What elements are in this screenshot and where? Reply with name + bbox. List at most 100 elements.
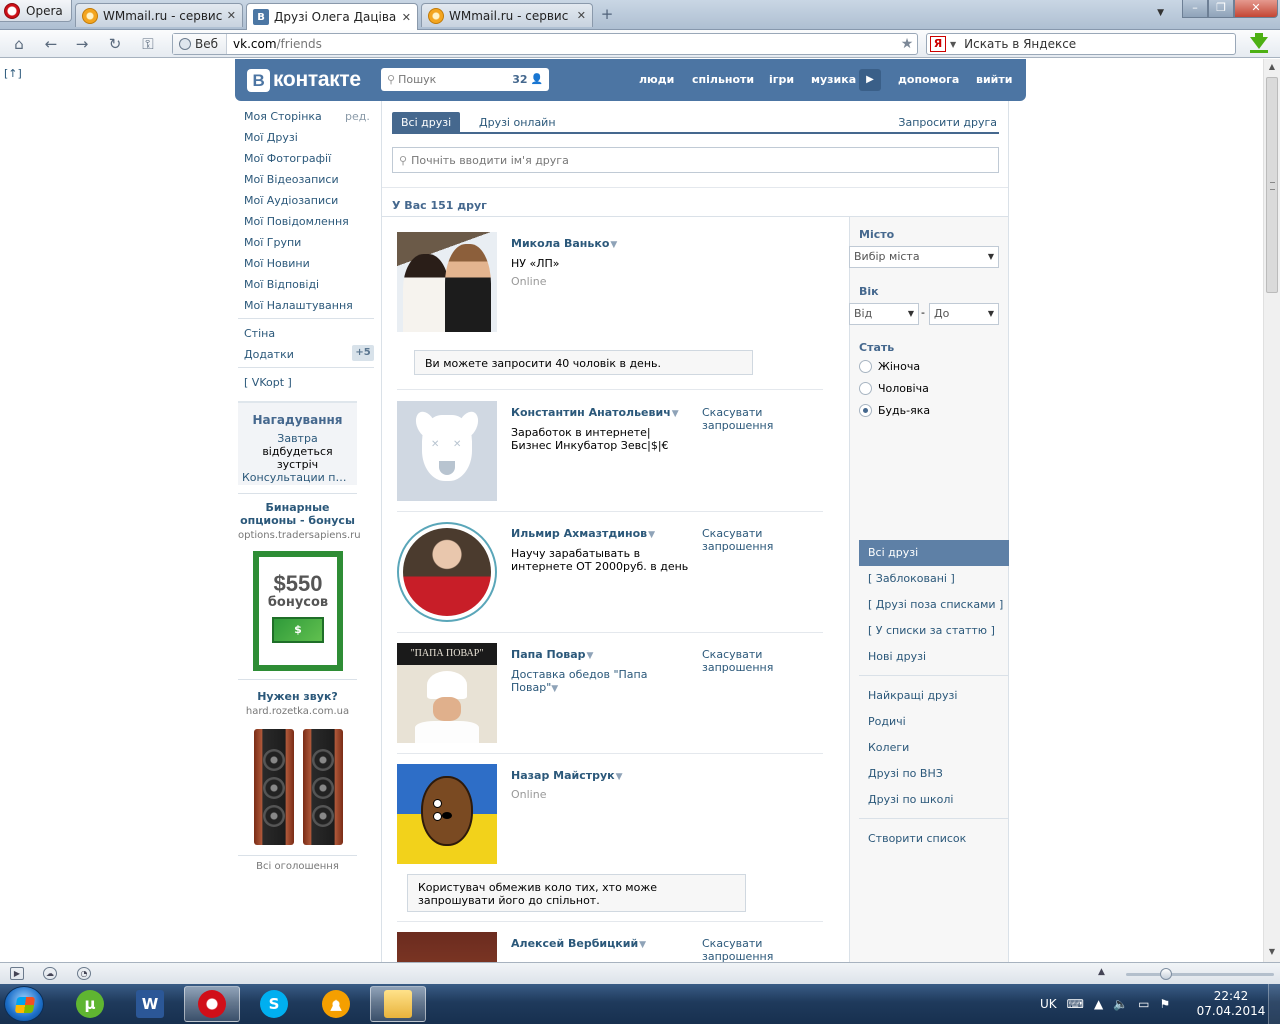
chevron-down-icon[interactable]: ▼ — [639, 940, 646, 950]
new-tab-plus-icon[interactable]: + — [598, 6, 616, 24]
friend-name[interactable]: Папа Повар▼ — [511, 648, 593, 661]
language-indicator[interactable]: UK — [1040, 997, 1057, 1011]
ad-speakers-image[interactable] — [251, 727, 345, 847]
gender-option-any[interactable]: Будь-яка — [859, 404, 930, 417]
left-nav-settings[interactable]: Мої Налаштування — [244, 299, 374, 312]
nav-help[interactable]: допомога — [898, 73, 959, 86]
taskbar-clock[interactable]: 22:42 07.04.2014 — [1196, 989, 1266, 1019]
home-icon[interactable]: ⌂ — [10, 35, 28, 53]
friend-avatar[interactable] — [397, 232, 497, 332]
friend-name[interactable]: Назар Майструк▼ — [511, 769, 623, 782]
chevron-down-icon[interactable]: ▼ — [616, 772, 623, 782]
volume-icon[interactable]: 🔈 — [1113, 997, 1128, 1011]
friend-name[interactable]: Константин Анатольевич▼ — [511, 406, 679, 419]
site-info-chip[interactable]: Веб — [173, 34, 228, 54]
reload-icon[interactable]: ↻ — [106, 35, 124, 53]
tray-expand-icon[interactable]: ▲ — [1094, 997, 1103, 1011]
gender-option-male[interactable]: Чоловіча — [859, 382, 929, 395]
friend-info-link[interactable]: Доставка обедов "Папа Повар"▼ — [511, 668, 691, 696]
browser-tab-2-active[interactable]: B Друзі Олега Даціва | 1... ✕ — [246, 3, 418, 30]
forward-arrow-icon[interactable]: → — [73, 35, 91, 53]
address-bar[interactable]: Веб vk.com/friends ★ — [172, 33, 918, 55]
nav-logout[interactable]: вийти — [976, 73, 1012, 86]
ad-title[interactable]: Нужен звук? — [238, 690, 357, 703]
taskbar-opera-active[interactable] — [184, 986, 240, 1022]
download-arrow-icon[interactable] — [1250, 33, 1268, 53]
radio-button[interactable] — [859, 360, 872, 373]
radio-button[interactable] — [859, 382, 872, 395]
nav-music[interactable]: музика — [811, 73, 856, 86]
close-icon[interactable]: ✕ — [227, 9, 236, 22]
start-button[interactable] — [4, 986, 44, 1022]
list-school-friends[interactable]: Друзі по школі — [868, 793, 953, 806]
friend-name[interactable]: Микола Ванько▼ — [511, 237, 617, 250]
action-center-flag-icon[interactable]: ⚑ — [1160, 997, 1171, 1011]
taskbar-utorrent[interactable]: µ — [62, 986, 118, 1022]
friend-name[interactable]: Алексей Вербицкий▼ — [511, 937, 646, 950]
page-scrollbar[interactable]: ▲ ▼ — [1263, 59, 1280, 962]
browser-tab-3[interactable]: WMmail.ru - сервис п... ✕ — [421, 3, 593, 27]
list-best-friends[interactable]: Найкращі друзі — [868, 689, 957, 702]
taskbar-explorer[interactable] — [370, 986, 426, 1022]
network-icon[interactable]: ▭ — [1138, 997, 1149, 1011]
taskbar-skype[interactable]: S — [246, 986, 302, 1022]
scroll-top-link[interactable]: [↑] — [4, 67, 22, 80]
taskbar-word[interactable]: W — [122, 986, 178, 1022]
view-up-arrow-icon[interactable]: ▲ — [1098, 967, 1105, 977]
all-ads-link[interactable]: Всі оголошення — [238, 861, 357, 872]
left-nav-wall[interactable]: Стіна — [244, 327, 374, 340]
list-all-friends[interactable]: Всі друзі — [859, 540, 1009, 566]
list-by-gender[interactable]: [ У списки за статтю ] — [868, 624, 995, 637]
zoom-slider-knob[interactable] — [1160, 968, 1172, 980]
ad-binary-options[interactable]: Бинарные опционы - бонусы options.trader… — [238, 501, 361, 541]
chevron-down-icon[interactable]: ▼ — [610, 240, 617, 250]
window-close-icon[interactable]: ✕ — [1234, 0, 1278, 18]
bookmark-star-icon[interactable]: ★ — [897, 36, 917, 52]
nav-games[interactable]: ігри — [769, 73, 794, 86]
friend-search-input[interactable]: ⚲ Почніть вводити ім'я друга — [392, 147, 999, 173]
list-new-friends[interactable]: Нові друзі — [868, 650, 926, 663]
cloud-icon[interactable]: ☁ — [43, 967, 57, 980]
list-colleagues[interactable]: Колеги — [868, 741, 909, 754]
chevron-down-icon[interactable]: ▼ — [587, 651, 594, 661]
speed-dial-icon[interactable]: ◔ — [77, 967, 91, 980]
scroll-down-icon[interactable]: ▼ — [1266, 947, 1278, 959]
friend-avatar[interactable] — [397, 932, 497, 962]
maximize-icon[interactable]: ❐ — [1208, 0, 1234, 18]
friend-avatar[interactable]: "ПАПА ПОВАР" — [397, 643, 497, 743]
back-arrow-icon[interactable]: ← — [42, 35, 60, 53]
gender-option-female[interactable]: Жіноча — [859, 360, 920, 373]
browser-search-input[interactable]: Я ▼ Искать в Яндексе — [926, 33, 1236, 55]
left-nav-videos[interactable]: Мої Відеозаписи — [244, 173, 374, 186]
left-nav-friends[interactable]: Мої Друзі — [244, 131, 374, 144]
nav-people[interactable]: люди — [639, 73, 674, 86]
left-nav-photos[interactable]: Мої Фотографії — [244, 152, 374, 165]
city-select-box[interactable]: Вибір міста ▼ — [849, 246, 999, 268]
left-nav-groups[interactable]: Мої Групи — [244, 236, 374, 249]
nav-communities[interactable]: спільноти — [692, 73, 754, 86]
left-nav-vkopt[interactable]: [ VKopt ] — [244, 376, 374, 389]
scroll-up-icon[interactable]: ▲ — [1266, 62, 1278, 74]
tab-menu-chevron-down-icon[interactable]: ▼ — [1157, 8, 1164, 18]
reminder-when-link[interactable]: Завтра — [277, 432, 317, 445]
list-university-friends[interactable]: Друзі по ВНЗ — [868, 767, 943, 780]
ad-bonus-image[interactable]: $550 бонусов $ — [253, 551, 343, 671]
search-engine-chevron-down-icon[interactable]: ▼ — [950, 40, 956, 49]
url-text[interactable]: vk.com/friends — [227, 37, 897, 51]
cancel-invitation-link[interactable]: Скасувати запрошення — [702, 937, 782, 962]
left-nav-audio[interactable]: Мої Аудіозаписи — [244, 194, 374, 207]
invite-friend-link[interactable]: Запросити друга — [898, 112, 997, 134]
show-desktop-button[interactable] — [1268, 984, 1280, 1024]
opera-menu-button[interactable]: Opera — [0, 0, 72, 22]
friend-name[interactable]: Ильмир Ахмазтдинов▼ — [511, 527, 655, 540]
list-blocked[interactable]: [ Заблоковані ] — [868, 572, 955, 585]
taskbar-aimp[interactable]: ▲ — [308, 986, 364, 1022]
zoom-slider[interactable] — [1126, 973, 1274, 976]
music-play-icon[interactable]: ▶ — [859, 69, 881, 91]
apps-count-badge[interactable]: +5 — [352, 345, 374, 361]
radio-button-selected[interactable] — [859, 404, 872, 417]
vk-search-input[interactable]: ⚲ Пошук 32 👤 — [381, 68, 549, 91]
left-nav-edit[interactable]: ред. — [345, 110, 370, 123]
cancel-invitation-link[interactable]: Скасувати запрошення — [702, 406, 782, 432]
left-nav-news[interactable]: Мої Новини — [244, 257, 374, 270]
